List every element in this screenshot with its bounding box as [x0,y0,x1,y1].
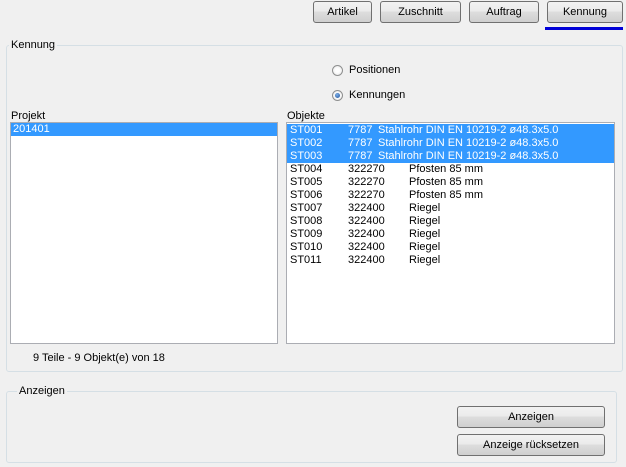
objekte-row[interactable]: ST010 322400 Riegel [287,241,614,254]
objekte-row-code: 322400 [348,241,385,253]
objekte-row-id: ST004 [290,163,323,175]
objekte-row[interactable]: ST002 7787 Stahlrohr DIN EN 10219-2 ø48.3x… [287,137,614,150]
radio-positionen[interactable]: Positionen [332,62,400,78]
radio-positionen-circle[interactable] [332,64,343,76]
projekt-list-item[interactable]: 201401 [11,123,277,136]
objekte-row-id: ST011 [290,254,322,266]
objekte-row-id: ST010 [290,241,323,253]
objekte-row-id: ST001 [290,124,323,136]
objekte-row-desc: Riegel [409,254,441,266]
objekte-row-desc: Pfosten 85 mm [409,176,483,188]
projekt-list[interactable]: 201401 [10,122,278,344]
objekte-row-code: 7787 [348,150,373,162]
artikel-button[interactable]: Artikel [313,1,372,23]
kennung-group-label: Kennung [9,39,58,52]
objekte-row-desc: Stahlrohr DIN EN 10219-2 ø48.3x5.0 [378,150,559,162]
objekte-row[interactable]: ST008 322400 Riegel [287,215,614,228]
anzeigen-button[interactable]: Anzeigen [457,406,605,428]
objekte-row-code: 322400 [348,228,385,240]
active-tab-indicator [545,27,623,30]
status-text: 9 Teile - 9 Objekt(e) von 18 [33,352,165,364]
objekte-row-desc: Riegel [409,241,441,253]
objekte-row-code: 322400 [348,215,385,227]
objekte-list[interactable]: ST001 7787 Stahlrohr DIN EN 10219-2 ø48.3x… [286,122,615,344]
objekte-row-code: 7787 [348,137,373,149]
objekte-row[interactable]: ST009 322400 Riegel [287,228,614,241]
auftrag-button[interactable]: Auftrag [469,1,539,23]
objekte-row-id: ST006 [290,189,323,201]
objekte-row[interactable]: ST004 322270 Pfosten 85 mm [287,163,614,176]
objekte-row[interactable]: ST011 322400 Riegel [287,254,614,267]
objekte-row[interactable]: ST003 7787 Stahlrohr DIN EN 10219-2 ø48.3x… [287,150,614,163]
objekte-row-id: ST002 [290,137,323,149]
radio-kennungen-label: Kennungen [349,89,406,101]
anzeigen-group-label: Anzeigen [17,385,67,398]
objekte-row-code: 322400 [348,202,385,214]
objekte-row[interactable]: ST005 322270 Pfosten 85 mm [287,176,614,189]
objekte-row-desc: Stahlrohr DIN EN 10219-2 ø48.3x5.0 [378,137,559,149]
objekte-row-code: 322400 [348,254,385,266]
objekte-row-desc: Pfosten 85 mm [409,163,483,175]
zuschnitt-button[interactable]: Zuschnitt [380,1,461,23]
objekte-row-code: 322270 [348,176,385,188]
radio-positionen-label: Positionen [349,64,401,76]
objekte-row-id: ST007 [290,202,323,214]
objekte-row-desc: Riegel [409,228,441,240]
objekte-row[interactable]: ST007 322400 Riegel [287,202,614,215]
radio-kennungen[interactable]: Kennungen [332,87,405,103]
objekte-row-id: ST005 [290,176,323,188]
objekte-row-id: ST009 [290,228,323,240]
objekte-row-code: 322270 [348,189,385,201]
objekte-row[interactable]: ST006 322270 Pfosten 85 mm [287,189,614,202]
objekte-row-code: 7787 [348,124,373,136]
radio-kennungen-circle[interactable] [332,89,343,101]
anzeige-reset-button[interactable]: Anzeige rücksetzen [457,434,605,456]
objekte-row-desc: Riegel [409,215,441,227]
objekte-row-code: 322270 [348,163,385,175]
objekte-row-desc: Stahlrohr DIN EN 10219-2 ø48.3x5.0 [378,124,559,136]
objekte-row-id: ST003 [290,150,323,162]
objekte-row[interactable]: ST001 7787 Stahlrohr DIN EN 10219-2 ø48.3x… [287,124,614,137]
kennung-button[interactable]: Kennung [547,1,623,23]
objekte-row-desc: Pfosten 85 mm [409,189,483,201]
objekte-row-id: ST008 [290,215,323,227]
objekte-row-desc: Riegel [409,202,441,214]
